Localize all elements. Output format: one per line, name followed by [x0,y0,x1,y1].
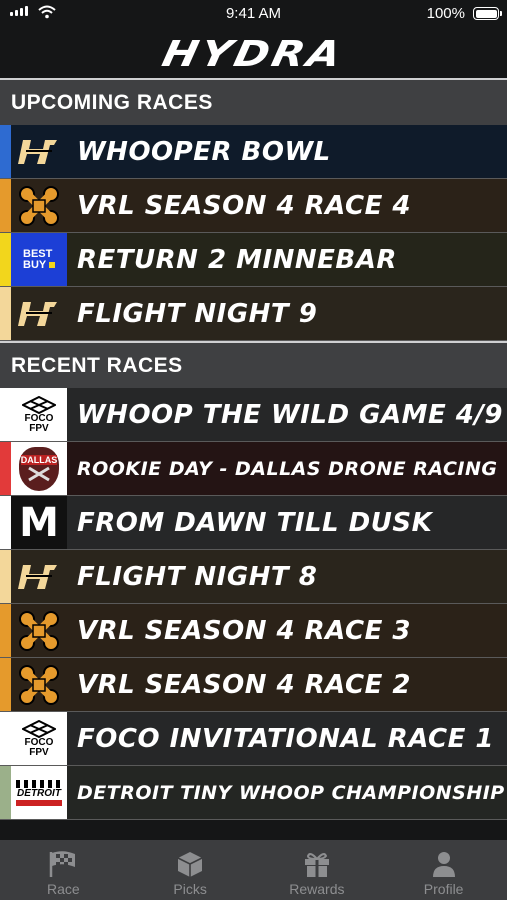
race-name: DETROIT TINY WHOOP CHAMPIONSHIP [77,781,505,804]
race-name: VRL SEASON 4 RACE 2 [77,669,411,700]
hydra-brand-logo: HYDRA [158,32,349,74]
person-icon [432,852,455,877]
race-row[interactable]: FLIGHT NIGHT 9 [0,287,507,341]
race-color-stripe [0,442,11,495]
tab-profile[interactable]: Profile [380,840,507,900]
tab-rewards-label: Rewards [289,881,345,897]
race-name: WHOOPER BOWL [77,136,331,167]
recent-races-heading: RECENT RACES [0,343,507,388]
race-name: VRL SEASON 4 RACE 4 [77,190,411,221]
race-row[interactable]: FLIGHT NIGHT 8 [0,550,507,604]
race-row[interactable]: DALLAS ROOKIE DAY - DALLAS DRONE RACING [0,442,507,496]
tab-profile-label: Profile [423,881,464,897]
race-name: FROM DAWN TILL DUSK [77,507,433,538]
hydra-logo [11,550,67,603]
drone-logo [11,179,67,232]
race-color-stripe [0,388,11,441]
race-name: FLIGHT NIGHT 8 [77,561,318,592]
race-row[interactable]: M FROM DAWN TILL DUSK [0,496,507,550]
detroit-logo: DETROIT [11,766,67,819]
upcoming-races-list: WHOOPER BOWL VRL SEASON 4 RACE 4 BEST BUY R… [0,125,507,341]
tab-rewards[interactable]: Rewards [254,840,381,900]
race-name: ROOKIE DAY - DALLAS DRONE RACING [77,457,498,480]
foco-fpv-logo-text: FOCO FPV [24,736,54,758]
tab-picks[interactable]: Picks [127,840,254,900]
race-row[interactable]: DETROIT DETROIT TINY WHOOP CHAMPIONSHIP [0,766,507,820]
gift-icon [304,853,329,877]
race-color-stripe [0,287,11,340]
foco-fpv-logo: FOCO FPV [11,388,67,441]
race-name: RETURN 2 MINNEBAR [77,244,397,275]
race-row[interactable]: FOCO FPV FOCO INVITATIONAL RACE 1 [0,712,507,766]
tab-race[interactable]: Race [0,840,127,900]
race-color-stripe [0,658,11,711]
hydra-logo [11,125,67,178]
race-row[interactable]: VRL SEASON 4 RACE 2 [0,658,507,712]
race-color-stripe [0,604,11,657]
m-logo-text: M [19,499,59,546]
race-color-stripe [0,233,11,286]
battery-icon [473,7,502,20]
race-color-stripe [0,712,11,765]
foco-fpv-logo: FOCO FPV [11,712,67,765]
race-color-stripe [0,179,11,232]
race-name: FLIGHT NIGHT 9 [77,298,318,329]
m-logo: M [11,496,67,549]
battery-percentage: 100% [426,5,465,22]
race-color-stripe [0,125,11,178]
race-name: WHOOP THE WILD GAME 4/9 [77,399,503,430]
race-color-stripe [0,550,11,603]
upcoming-races-heading: UPCOMING RACES [0,80,507,125]
tab-bar: Race Picks Rewards Profile [0,840,507,900]
race-row[interactable]: VRL SEASON 4 RACE 4 [0,179,507,233]
race-color-stripe [0,766,11,819]
checkered-flag-icon [50,851,76,877]
detroit-logo-text: DETROIT [17,787,61,799]
foco-fpv-logo-text: FOCO FPV [24,412,54,434]
race-name: VRL SEASON 4 RACE 3 [77,615,411,646]
race-row[interactable]: FOCO FPV WHOOP THE WILD GAME 4/9 [0,388,507,442]
tab-race-label: Race [47,881,80,897]
dallas-logo-text: DALLAS [20,454,58,465]
race-row[interactable]: VRL SEASON 4 RACE 3 [0,604,507,658]
drone-logo [11,658,67,711]
best-buy-logo: BEST BUY [11,233,67,286]
race-row[interactable]: BEST BUY RETURN 2 MINNEBAR [0,233,507,287]
app-header: HYDRA [0,28,507,78]
recent-races-list: FOCO FPV WHOOP THE WILD GAME 4/9 DALLAS ROO… [0,388,507,820]
hydra-logo [11,287,67,340]
status-bar: 9:41 AM 100% [0,0,507,28]
race-color-stripe [0,496,11,549]
drone-logo [11,604,67,657]
cube-icon [177,852,203,877]
race-name: FOCO INVITATIONAL RACE 1 [77,723,495,754]
race-row[interactable]: WHOOPER BOWL [0,125,507,179]
dallas-logo: DALLAS [11,442,67,495]
tab-picks-label: Picks [173,881,207,897]
